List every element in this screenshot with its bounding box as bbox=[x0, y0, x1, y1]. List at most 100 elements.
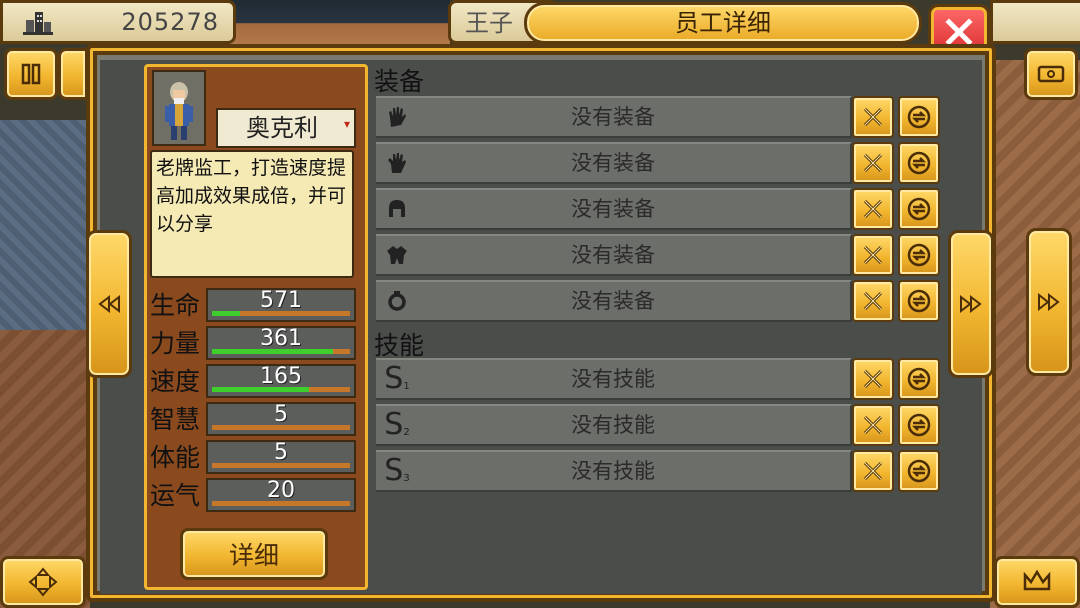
next-page-button[interactable] bbox=[1026, 228, 1072, 376]
remove-icon bbox=[863, 199, 883, 219]
remove-icon bbox=[863, 461, 883, 481]
equipment-slot-text: 没有装备 bbox=[571, 105, 655, 129]
ticket-button[interactable] bbox=[1024, 48, 1078, 100]
skill-remove-button[interactable] bbox=[852, 358, 894, 400]
equipment-slot-text: 没有装备 bbox=[571, 289, 655, 313]
remove-icon bbox=[863, 369, 883, 389]
double-arrow-left-icon bbox=[98, 294, 120, 314]
top-right-tab bbox=[990, 0, 1080, 44]
skill-slot[interactable]: S 3 没有技能 bbox=[376, 450, 852, 492]
equipment-swap-button[interactable] bbox=[898, 188, 940, 230]
stat-bar: 5 bbox=[206, 440, 356, 474]
skill-slot-text: 没有技能 bbox=[571, 459, 655, 483]
dpad-icon bbox=[28, 567, 58, 597]
stat-value: 5 bbox=[274, 440, 288, 465]
skill-slot[interactable]: S 1 没有技能 bbox=[376, 358, 852, 400]
swap-icon bbox=[907, 367, 931, 391]
equipment-slot[interactable]: 没有装备 bbox=[376, 96, 852, 138]
double-arrow-right-icon bbox=[1038, 292, 1060, 312]
ticket-icon bbox=[1037, 65, 1065, 83]
equipment-slot-text: 没有装备 bbox=[571, 151, 655, 175]
next-employee-button[interactable] bbox=[948, 230, 994, 378]
prev-employee-button[interactable] bbox=[86, 230, 132, 378]
building-icon bbox=[21, 7, 61, 37]
skills-title: 技能 bbox=[374, 331, 425, 360]
equipment-slot[interactable]: 没有装备 bbox=[376, 142, 852, 184]
equipment-remove-button[interactable] bbox=[852, 280, 894, 322]
equipment-remove-button[interactable] bbox=[852, 188, 894, 230]
remove-icon bbox=[863, 291, 883, 311]
equipment-swap-button[interactable] bbox=[898, 234, 940, 276]
equipment-slot[interactable]: 没有装备 bbox=[376, 188, 852, 230]
remove-icon bbox=[863, 245, 883, 265]
bg-water bbox=[0, 120, 90, 340]
stat-bar: 5 bbox=[206, 402, 356, 436]
equipment-swap-button[interactable] bbox=[898, 142, 940, 184]
equipment-slot-text: 没有装备 bbox=[571, 197, 655, 221]
money-display: 205278 bbox=[0, 0, 236, 44]
stat-value: 20 bbox=[267, 478, 295, 503]
prev-employee-far-button[interactable] bbox=[0, 556, 86, 608]
skill-swap-button[interactable] bbox=[898, 450, 940, 492]
stat-label: 体能 bbox=[150, 443, 201, 472]
equipment-remove-button[interactable] bbox=[852, 96, 894, 138]
detail-button[interactable]: 详细 bbox=[180, 528, 328, 580]
character-sprite bbox=[165, 82, 193, 140]
stat-value: 5 bbox=[274, 402, 288, 427]
stat-bar: 361 bbox=[206, 326, 356, 360]
crown-button[interactable] bbox=[994, 556, 1080, 608]
equipment-title: 装备 bbox=[374, 67, 425, 96]
stat-track bbox=[212, 349, 350, 354]
equipment-remove-button[interactable] bbox=[852, 234, 894, 276]
swap-icon bbox=[907, 243, 931, 267]
stat-bar: 20 bbox=[206, 478, 356, 512]
stat-fill bbox=[212, 349, 334, 354]
stat-value: 165 bbox=[260, 364, 302, 389]
equipment-swap-button[interactable] bbox=[898, 96, 940, 138]
character-name[interactable]: 奥克利 ▾ bbox=[216, 108, 356, 148]
skill-slot-text: 没有技能 bbox=[571, 413, 655, 437]
stat-label: 力量 bbox=[150, 329, 201, 358]
swap-icon bbox=[907, 459, 931, 483]
swap-icon bbox=[907, 105, 931, 129]
character-name-text: 奥克利 bbox=[246, 114, 318, 142]
swap-icon bbox=[907, 151, 931, 175]
stat-label: 生命 bbox=[150, 291, 201, 320]
stat-bar: 165 bbox=[206, 364, 356, 398]
page-title: 员工详细 bbox=[524, 2, 922, 44]
skill-swap-button[interactable] bbox=[898, 404, 940, 446]
close-icon bbox=[945, 18, 973, 46]
skill-remove-button[interactable] bbox=[852, 450, 894, 492]
swap-icon bbox=[907, 413, 931, 437]
equipment-slot[interactable]: 没有装备 bbox=[376, 280, 852, 322]
stat-label: 智慧 bbox=[150, 405, 201, 434]
character-portrait bbox=[152, 70, 206, 146]
pause-button[interactable] bbox=[4, 48, 58, 100]
crown-icon bbox=[1023, 569, 1051, 591]
double-arrow-right-icon bbox=[960, 294, 982, 314]
stat-fill bbox=[212, 311, 240, 316]
stat-track bbox=[212, 501, 350, 506]
remove-icon bbox=[863, 107, 883, 127]
skill-slot-text: 没有技能 bbox=[571, 367, 655, 391]
pause-icon bbox=[21, 63, 41, 85]
bg-top-scene bbox=[230, 0, 450, 46]
stat-track bbox=[212, 425, 350, 430]
stat-track bbox=[212, 463, 350, 468]
stat-bar: 571 bbox=[206, 288, 356, 322]
stat-fill bbox=[212, 387, 309, 392]
skill-remove-button[interactable] bbox=[852, 404, 894, 446]
skill-slot[interactable]: S 2 没有技能 bbox=[376, 404, 852, 446]
remove-icon bbox=[863, 415, 883, 435]
swap-icon bbox=[907, 289, 931, 313]
equipment-swap-button[interactable] bbox=[898, 280, 940, 322]
menu-button[interactable] bbox=[58, 48, 88, 100]
swap-icon bbox=[907, 197, 931, 221]
equipment-remove-button[interactable] bbox=[852, 142, 894, 184]
equipment-slot[interactable]: 没有装备 bbox=[376, 234, 852, 276]
skill-swap-button[interactable] bbox=[898, 358, 940, 400]
equipment-slot-text: 没有装备 bbox=[571, 243, 655, 267]
stat-value: 361 bbox=[260, 326, 302, 351]
money-value: 205278 bbox=[121, 8, 219, 36]
stat-track bbox=[212, 311, 350, 316]
